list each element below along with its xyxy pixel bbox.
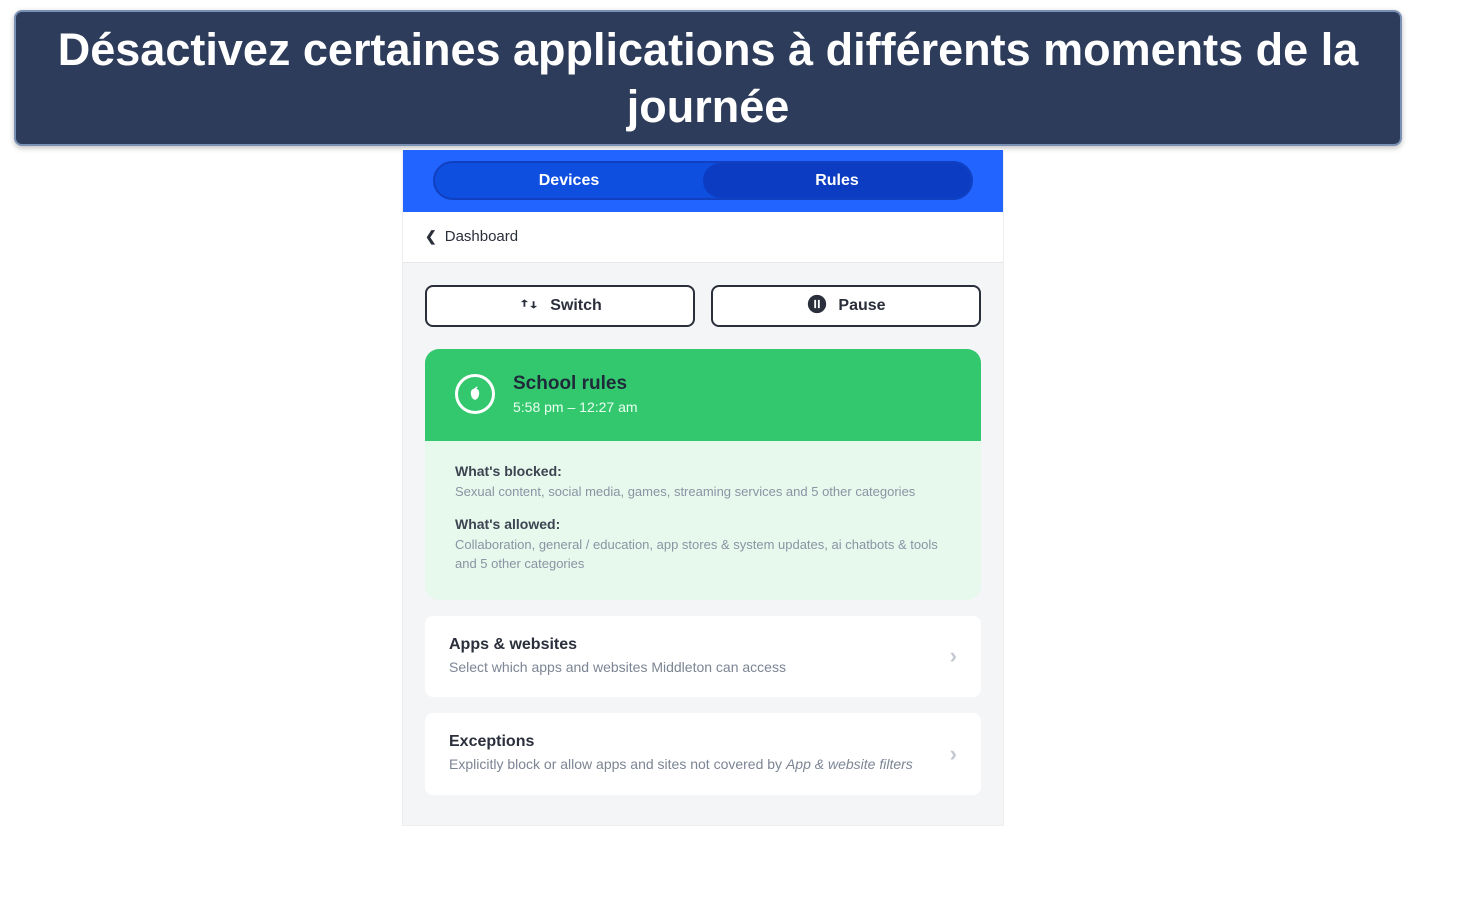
rule-header[interactable]: School rules 5:58 pm – 12:27 am [425,349,981,441]
exceptions-text: Exceptions Explicitly block or allow app… [449,733,950,775]
blocked-text: Sexual content, social media, games, str… [455,483,951,502]
switch-button[interactable]: Switch [425,285,695,327]
apps-websites-title: Apps & websites [449,636,930,654]
action-row: Switch Pause [425,285,981,327]
tab-rules-label: Rules [815,172,859,190]
exceptions-desc-prefix: Explicitly block or allow apps and sites… [449,756,786,772]
subheader: ❮ Dashboard [403,212,1003,263]
swap-icon [518,293,540,320]
pause-label: Pause [838,297,885,315]
chevron-left-icon: ❮ [425,228,437,245]
blocked-label: What's blocked: [455,463,951,479]
allowed-text: Collaboration, general / education, app … [455,536,951,574]
annotation-text: Désactivez certaines applications à diff… [56,21,1360,135]
chevron-right-icon: › [950,741,957,767]
exceptions-desc-em: App & website filters [786,756,913,772]
pause-button[interactable]: Pause [711,285,981,327]
exceptions-desc: Explicitly block or allow apps and sites… [449,755,930,775]
apps-websites-desc: Select which apps and websites Middleton… [449,658,930,678]
tab-rules[interactable]: Rules [703,163,971,198]
apple-icon [455,374,495,414]
content-area: Switch Pause School rules 5:58 pm – 12:2… [403,263,1003,825]
apps-websites-item[interactable]: Apps & websites Select which apps and we… [425,616,981,698]
tab-devices-label: Devices [539,172,600,190]
breadcrumb-label: Dashboard [445,228,518,245]
annotation-banner: Désactivez certaines applications à diff… [14,10,1402,146]
switch-label: Switch [550,297,602,315]
chevron-right-icon: › [950,643,957,669]
tab-devices[interactable]: Devices [435,163,703,198]
exceptions-title: Exceptions [449,733,930,751]
app-window: Devices Rules ❮ Dashboard Switch [403,150,1003,825]
allowed-label: What's allowed: [455,516,951,532]
rule-card: School rules 5:58 pm – 12:27 am What's b… [425,349,981,600]
rule-time: 5:58 pm – 12:27 am [513,399,638,415]
rule-body: What's blocked: Sexual content, social m… [425,441,981,600]
exceptions-item[interactable]: Exceptions Explicitly block or allow app… [425,713,981,795]
apps-websites-text: Apps & websites Select which apps and we… [449,636,950,678]
tab-bar: Devices Rules [403,150,1003,212]
pause-icon [806,293,828,320]
breadcrumb[interactable]: ❮ Dashboard [425,228,518,245]
rule-title: School rules [513,373,638,395]
tab-pill: Devices Rules [433,161,973,200]
rule-header-text: School rules 5:58 pm – 12:27 am [513,373,638,415]
